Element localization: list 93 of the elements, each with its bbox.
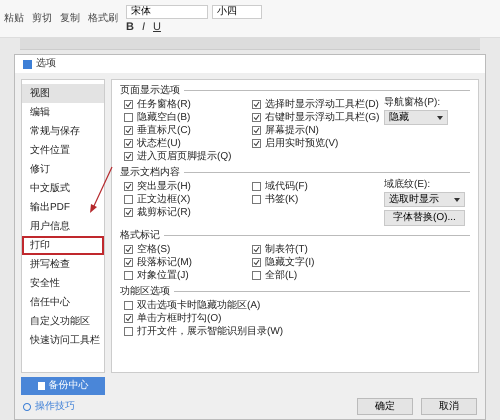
checkbox-option[interactable]: 垂直标尺(C) <box>124 124 252 137</box>
checkbox[interactable] <box>252 100 261 109</box>
checkbox-option[interactable]: 单击方框时打勾(O) <box>124 312 284 325</box>
category-item[interactable]: 视图 <box>22 84 104 103</box>
checkbox[interactable] <box>124 314 133 323</box>
category-item[interactable]: 打印 <box>22 236 104 255</box>
caret-icon <box>437 116 443 120</box>
checkbox[interactable] <box>124 113 133 122</box>
checkbox[interactable] <box>124 327 133 336</box>
format-button[interactable]: B <box>126 22 134 32</box>
ribbon-button[interactable]: 格式刷 <box>88 14 118 24</box>
checkbox[interactable] <box>124 258 133 267</box>
annotation-arrow <box>88 166 114 214</box>
checkbox[interactable] <box>252 271 261 280</box>
checkbox-option[interactable]: 双击选项卡时隐藏功能区(A) <box>124 299 284 312</box>
checkbox-option[interactable]: 全部(L) <box>252 269 380 282</box>
checkbox-option[interactable]: 裁剪标记(R) <box>124 206 252 219</box>
category-item[interactable]: 输出PDF <box>22 198 104 217</box>
category-item[interactable]: 文件位置 <box>22 141 104 160</box>
checkbox-option[interactable]: 段落标记(M) <box>124 256 252 269</box>
ribbon-button[interactable]: 复制 <box>60 14 80 24</box>
check-icon <box>125 101 132 108</box>
checkbox[interactable] <box>124 208 133 217</box>
backup-center-button[interactable]: 备份中心 <box>21 377 105 395</box>
category-item[interactable]: 自定义功能区 <box>22 312 104 331</box>
checkbox[interactable] <box>124 152 133 161</box>
checkbox-option[interactable]: 突出显示(H) <box>124 180 252 193</box>
checkbox-option[interactable]: 域代码(F) <box>252 180 380 193</box>
caret-icon <box>454 198 460 202</box>
category-item[interactable]: 编辑 <box>22 103 104 122</box>
checkbox[interactable] <box>252 245 261 254</box>
section-heading: 格式标记 <box>120 229 160 242</box>
window-title: 选项 <box>36 59 56 69</box>
section-heading: 功能区选项 <box>120 285 170 298</box>
checkbox-option[interactable]: 空格(S) <box>124 243 252 256</box>
category-item[interactable]: 中文版式 <box>22 179 104 198</box>
category-item[interactable]: 修订 <box>22 160 104 179</box>
field-label: 导航窗格(P): <box>384 98 442 108</box>
checkbox-option[interactable]: 书签(K) <box>252 193 380 206</box>
checkbox-option[interactable]: 进入页眉页脚提示(Q) <box>124 150 252 163</box>
category-item[interactable]: 快速访问工具栏 <box>22 331 104 350</box>
dropdown[interactable]: 选取时显示 <box>384 192 465 207</box>
checkbox-option[interactable]: 隐藏空白(B) <box>124 111 252 124</box>
check-icon <box>125 209 132 216</box>
checkbox-option[interactable]: 制表符(T) <box>252 243 380 256</box>
checkbox[interactable] <box>124 182 133 191</box>
checkbox-option[interactable]: 对象位置(J) <box>124 269 252 282</box>
checkbox[interactable] <box>252 126 261 135</box>
backup-icon <box>38 382 44 390</box>
ribbon-button[interactable]: 粘贴 <box>4 14 24 24</box>
checkbox-option[interactable]: 启用实时预览(V) <box>252 137 380 150</box>
checkbox-option[interactable]: 屏幕提示(N) <box>252 124 380 137</box>
checkbox[interactable] <box>252 195 261 204</box>
dropdown[interactable]: 隐藏 <box>384 110 448 125</box>
tips-link[interactable]: 操作技巧 <box>23 402 75 412</box>
checkbox-option[interactable]: 右键时显示浮动工具栏(G) <box>252 111 380 124</box>
category-item[interactable]: 常规与保存 <box>22 122 104 141</box>
category-item[interactable]: 拼写检查 <box>22 255 104 274</box>
section-heading: 页面显示选项 <box>120 84 180 97</box>
category-item[interactable]: 安全性 <box>22 274 104 293</box>
checkbox[interactable] <box>124 301 133 310</box>
format-button[interactable]: U <box>153 22 161 32</box>
checkbox[interactable] <box>252 139 261 148</box>
font-name-dropdown[interactable]: 宋体 <box>126 4 208 18</box>
checkbox[interactable] <box>124 271 133 280</box>
section-heading: 显示文档内容 <box>120 166 180 179</box>
checkbox-option[interactable]: 状态栏(U) <box>124 137 252 150</box>
check-icon <box>125 315 132 322</box>
cancel-button[interactable]: 取消 <box>421 398 477 415</box>
checkbox-option[interactable]: 正文边框(X) <box>124 193 252 206</box>
checkbox[interactable] <box>252 182 261 191</box>
ok-button[interactable]: 确定 <box>357 398 413 415</box>
font-size-dropdown[interactable]: 小四 <box>212 4 262 18</box>
check-icon <box>125 183 132 190</box>
checkbox-option[interactable]: 打开文件，展示智能识别目录(W) <box>124 325 284 338</box>
checkbox[interactable] <box>124 139 133 148</box>
ribbon-button[interactable]: 剪切 <box>32 14 52 24</box>
checkbox[interactable] <box>252 113 261 122</box>
font-substitution-button[interactable]: 字体替换(O)... <box>384 210 465 226</box>
category-item[interactable]: 用户信息 <box>22 217 104 236</box>
checkbox[interactable] <box>124 245 133 254</box>
checkbox-option[interactable]: 选择时显示浮动工具栏(D) <box>252 98 380 111</box>
category-item[interactable]: 信任中心 <box>22 293 104 312</box>
checkbox[interactable] <box>124 126 133 135</box>
app-icon <box>23 60 32 68</box>
checkbox-option[interactable]: 任务窗格(R) <box>124 98 252 111</box>
checkbox[interactable] <box>252 258 261 267</box>
checkbox-option[interactable]: 隐藏文字(I) <box>252 256 380 269</box>
checkbox[interactable] <box>124 195 133 204</box>
field-label: 域底纹(E): <box>384 180 432 190</box>
help-icon <box>23 402 31 410</box>
checkbox[interactable] <box>124 100 133 109</box>
format-button[interactable]: I <box>142 22 146 32</box>
